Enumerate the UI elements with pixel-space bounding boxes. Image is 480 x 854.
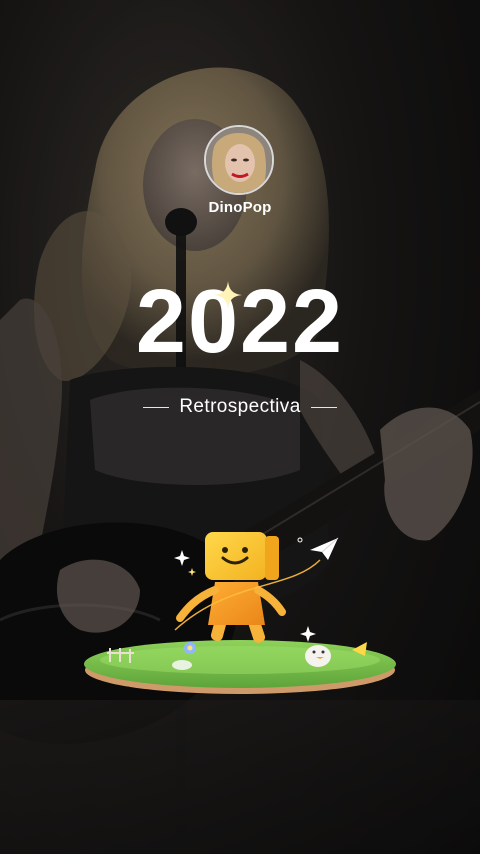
mascot-illustration: [84, 532, 396, 694]
avatar-image: [206, 127, 272, 193]
username-label: DinoPop: [208, 199, 272, 216]
subtitle-row: Retrospectiva: [0, 396, 480, 418]
subtitle-divider-right: [310, 406, 337, 408]
sparkle-icon: [214, 281, 242, 309]
avatar[interactable]: [204, 125, 274, 195]
recap-screen: DinoPop 2022 Retrospectiva: [0, 0, 480, 854]
subtitle-label: Retrospectiva: [179, 396, 301, 417]
subtitle-divider-left: [143, 406, 170, 408]
